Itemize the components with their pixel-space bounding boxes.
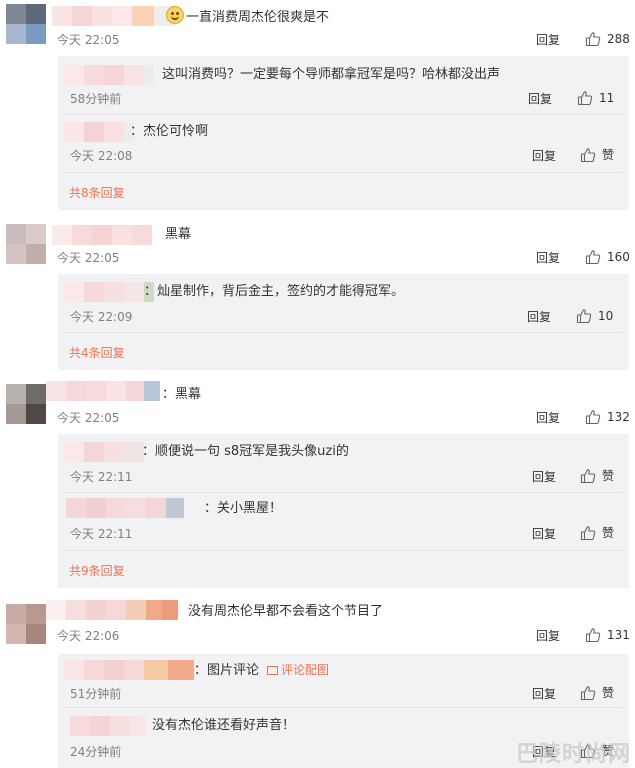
reply-button[interactable]: 回复: [527, 309, 551, 325]
reply-time: 今天 22:11: [70, 527, 133, 541]
reply-time: 58分钟前: [70, 92, 122, 106]
thumbs-up-icon: [580, 469, 596, 484]
reply-time: 51分钟前: [70, 687, 122, 701]
comment-text: 没有周杰伦早都不会看这个节目了: [188, 604, 384, 619]
image-icon: [267, 666, 279, 675]
comment-time: 今天 22:05: [57, 33, 120, 47]
username-blurred[interactable]: [70, 716, 146, 736]
username-blurred[interactable]: [52, 225, 152, 245]
site-watermark: 巴陵时尚网: [515, 742, 631, 767]
divider: [64, 114, 623, 115]
divider: [64, 172, 623, 173]
like-button[interactable]: 赞: [580, 468, 614, 484]
avatar[interactable]: [6, 384, 46, 424]
like-button[interactable]: 288: [585, 31, 630, 47]
thumbs-up-icon: [585, 628, 601, 643]
username-blurred[interactable]: [46, 381, 160, 401]
reply-thread: ：灿星制作，背后金主，签约的才能得冠军。 今天 22:09 回复 10 共4条回…: [58, 274, 629, 370]
comment-text: ：黑幕: [162, 387, 202, 402]
reply-button[interactable]: 回复: [536, 628, 560, 644]
like-button[interactable]: 11: [577, 90, 614, 106]
username-blurred[interactable]: [46, 600, 178, 620]
like-button[interactable]: 131: [585, 627, 630, 643]
thumbs-up-icon: [585, 250, 601, 265]
reply-button[interactable]: 回复: [532, 526, 556, 542]
username-blurred[interactable]: [52, 6, 176, 26]
reply-button[interactable]: 回复: [536, 32, 560, 48]
reply-time: 24分钟前: [70, 745, 122, 759]
like-count: 288: [607, 32, 630, 46]
reply-text-content: ：图片评论: [194, 663, 260, 678]
username-blurred[interactable]: [64, 65, 154, 85]
reply-button[interactable]: 回复: [532, 469, 556, 485]
more-replies-link[interactable]: 共9条回复: [69, 563, 125, 579]
comment-time: 今天 22:06: [57, 629, 120, 643]
reply-button[interactable]: 回复: [532, 148, 556, 164]
reply-time: 今天 22:08: [70, 149, 133, 163]
like-button[interactable]: 10: [576, 308, 613, 324]
like-count: 131: [607, 628, 630, 642]
thumbs-up-icon: [580, 526, 596, 541]
reply-text: ：顺便说一句 s8冠军是我头像uzi的: [142, 444, 349, 459]
avatar[interactable]: [6, 4, 46, 44]
like-count: 132: [607, 410, 630, 424]
username-blurred[interactable]: [64, 122, 134, 142]
reply-text: 没有杰伦谁还看好声音！: [152, 718, 296, 733]
reply-thread: ：顺便说一句 s8冠军是我头像uzi的 今天 22:11 回复 赞 ：关小黑屋！…: [58, 434, 629, 588]
username-blurred[interactable]: [64, 442, 144, 462]
reply-button[interactable]: 回复: [536, 250, 560, 266]
like-count: 10: [598, 309, 614, 323]
like-count: 赞: [602, 686, 615, 700]
reply-button[interactable]: 回复: [536, 410, 560, 426]
avatar[interactable]: [6, 604, 46, 644]
comment-text: 一直消费周杰伦很爽是不: [166, 6, 329, 28]
like-button[interactable]: 160: [585, 249, 630, 265]
like-count: 11: [599, 91, 615, 105]
like-count: 赞: [602, 526, 615, 540]
reply-text: ：灿星制作，背后金主，签约的才能得冠军。: [144, 284, 405, 299]
more-replies-link[interactable]: 共4条回复: [69, 345, 125, 361]
comment-feed: 一直消费周杰伦很爽是不 今天 22:05 回复 288 这叫消费吗？一定要每个导…: [0, 0, 635, 768]
divider: [64, 550, 623, 551]
reply-text: 这叫消费吗？一定要每个导师都拿冠军是吗？哈林都没出声: [162, 67, 501, 82]
thumbs-up-icon: [576, 309, 592, 324]
reply-time: 今天 22:09: [70, 310, 133, 324]
reply-text: ：杰伦可怜啊: [130, 124, 209, 139]
picture-comment-link[interactable]: 评论配图: [267, 663, 329, 677]
avatar[interactable]: [6, 224, 46, 264]
like-button[interactable]: 赞: [580, 525, 614, 541]
divider: [64, 492, 623, 493]
comment-time: 今天 22:05: [57, 411, 120, 425]
like-count: 赞: [602, 469, 615, 483]
username-blurred[interactable]: [64, 282, 154, 302]
username-blurred[interactable]: [64, 660, 194, 680]
like-button[interactable]: 赞: [580, 685, 614, 701]
smile-emoji-icon: [166, 6, 184, 24]
reply-text: ：关小黑屋！: [204, 501, 283, 516]
thumbs-up-icon: [580, 686, 596, 701]
like-button[interactable]: 赞: [580, 147, 614, 163]
thumbs-up-icon: [585, 410, 601, 425]
username-blurred[interactable]: [66, 498, 184, 518]
reply-text: ：图片评论 评论配图: [194, 660, 329, 681]
picture-link-label: 评论配图: [281, 663, 330, 677]
reply-time: 今天 22:11: [70, 470, 133, 484]
reply-button[interactable]: 回复: [528, 91, 552, 107]
thumbs-up-icon: [580, 148, 596, 163]
like-count: 160: [607, 250, 630, 264]
reply-thread: 这叫消费吗？一定要每个导师都拿冠军是吗？哈林都没出声 58分钟前 回复 11 ：…: [58, 56, 629, 210]
thumbs-up-icon: [585, 32, 601, 47]
thumbs-up-icon: [577, 91, 593, 106]
like-button[interactable]: 132: [585, 409, 630, 425]
like-count: 赞: [602, 148, 615, 162]
divider: [64, 707, 623, 708]
comment-time: 今天 22:05: [57, 251, 120, 265]
more-replies-link[interactable]: 共8条回复: [69, 185, 125, 201]
divider: [64, 332, 623, 333]
comment-text: 黑幕: [165, 227, 192, 242]
reply-button[interactable]: 回复: [532, 686, 556, 702]
